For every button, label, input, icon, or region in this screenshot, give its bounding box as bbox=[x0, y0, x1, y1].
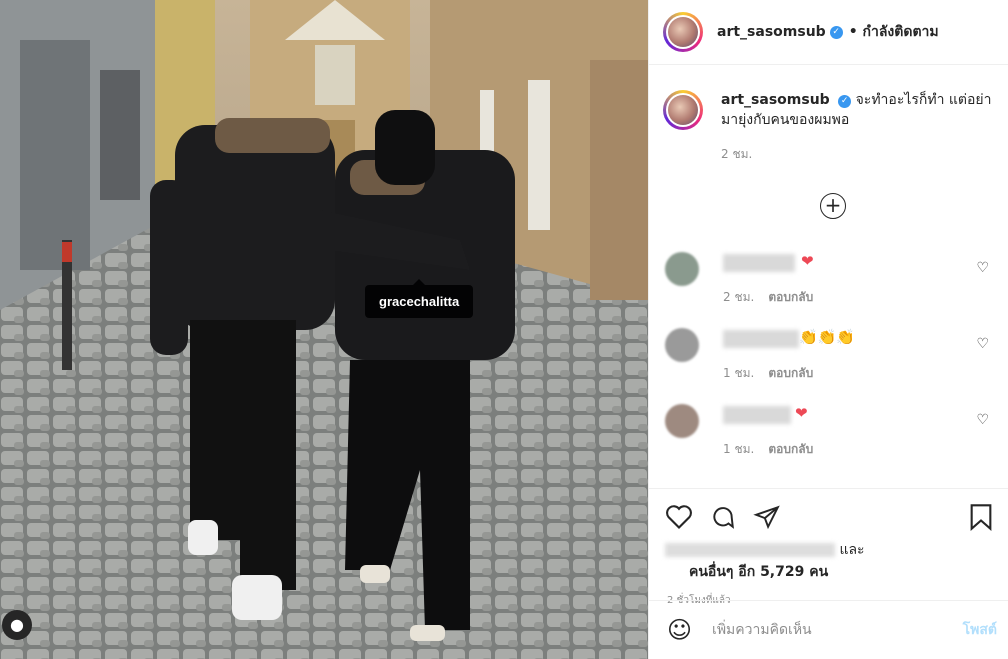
comment-text: ❤ bbox=[801, 252, 814, 270]
comment-username-blurred[interactable] bbox=[723, 406, 791, 424]
caption: art_sasomsub ✓ จะทำอะไรก็ทำ แต่อย่ามายุ่… bbox=[649, 72, 1008, 164]
comment-row: ❤ 1 ชม. ตอบกลับ ♡ bbox=[665, 404, 995, 474]
tagged-users-icon[interactable]: ● bbox=[2, 610, 32, 640]
post-comment-button[interactable]: โพสต์ bbox=[963, 619, 997, 641]
likes-count[interactable]: คนอื่นๆ อีก 5,729 คน bbox=[689, 564, 828, 580]
post-actions: และ คนอื่นๆ อีก 5,729 คน 2 ชั่วโมงที่แล้… bbox=[649, 488, 1008, 618]
verified-badge-icon: ✓ bbox=[838, 95, 852, 108]
caption-time[interactable]: 2 ชม. bbox=[721, 144, 995, 164]
user-tag[interactable]: gracechalitta bbox=[365, 279, 474, 318]
heart-outline-icon[interactable]: ♡ bbox=[976, 412, 989, 428]
liker-names-blurred[interactable] bbox=[665, 543, 835, 557]
comment-text: 👏👏👏 bbox=[799, 328, 856, 346]
like-heart-icon[interactable] bbox=[665, 504, 693, 530]
heart-outline-icon[interactable]: ♡ bbox=[976, 336, 989, 352]
verified-badge-icon: ✓ bbox=[829, 25, 843, 39]
comment-avatar[interactable] bbox=[665, 328, 699, 362]
comment-row: ❤ 2 ชม. ตอบกลับ ♡ bbox=[665, 252, 995, 322]
likes-summary: และ คนอื่นๆ อีก 5,729 คน bbox=[649, 539, 1008, 583]
post-header: art_sasomsub ✓ • กำลังติดตาม bbox=[649, 0, 1008, 65]
comment-row: 👏👏👏 1 ชม. ตอบกลับ ♡ bbox=[665, 328, 995, 398]
comment-time[interactable]: 2 ชม. bbox=[723, 290, 754, 304]
comment-time[interactable]: 1 ชม. bbox=[723, 442, 754, 456]
avatar[interactable] bbox=[663, 12, 703, 52]
comment-username-blurred[interactable] bbox=[723, 254, 795, 272]
comment-time[interactable]: 1 ชม. bbox=[723, 366, 754, 380]
share-paper-plane-icon[interactable] bbox=[753, 504, 781, 530]
follow-status[interactable]: • กำลังติดตาม bbox=[849, 21, 939, 43]
street-scene-image bbox=[0, 0, 648, 659]
comment-text: ❤ bbox=[795, 404, 808, 422]
likes-and: และ bbox=[839, 542, 865, 558]
comment-input[interactable]: เพิ่มความคิดเห็น bbox=[712, 619, 963, 641]
comment-composer: ☺ เพิ่มความคิดเห็น โพสต์ bbox=[649, 600, 1008, 659]
comment-avatar[interactable] bbox=[665, 252, 699, 286]
emoji-smiley-icon[interactable]: ☺ bbox=[667, 616, 692, 644]
load-more-comments-icon[interactable]: + bbox=[820, 193, 846, 219]
caption-username[interactable]: art_sasomsub bbox=[721, 92, 830, 108]
comments-list[interactable]: art_sasomsub ✓ จะทำอะไรก็ทำ แต่อย่ามายุ่… bbox=[649, 72, 1008, 488]
comment-avatar[interactable] bbox=[665, 404, 699, 438]
post-side-panel: art_sasomsub ✓ • กำลังติดตาม art_sasomsu… bbox=[648, 0, 1008, 659]
save-bookmark-icon[interactable] bbox=[969, 503, 993, 531]
post-photo[interactable]: gracechalitta ● bbox=[0, 0, 648, 659]
comment-bubble-icon[interactable] bbox=[709, 504, 737, 530]
reply-button[interactable]: ตอบกลับ bbox=[768, 442, 813, 456]
heart-outline-icon[interactable]: ♡ bbox=[976, 260, 989, 276]
caption-avatar[interactable] bbox=[663, 90, 703, 130]
header-username[interactable]: art_sasomsub bbox=[717, 24, 826, 40]
reply-button[interactable]: ตอบกลับ bbox=[768, 366, 813, 380]
comment-username-blurred[interactable] bbox=[723, 330, 799, 348]
reply-button[interactable]: ตอบกลับ bbox=[768, 290, 813, 304]
